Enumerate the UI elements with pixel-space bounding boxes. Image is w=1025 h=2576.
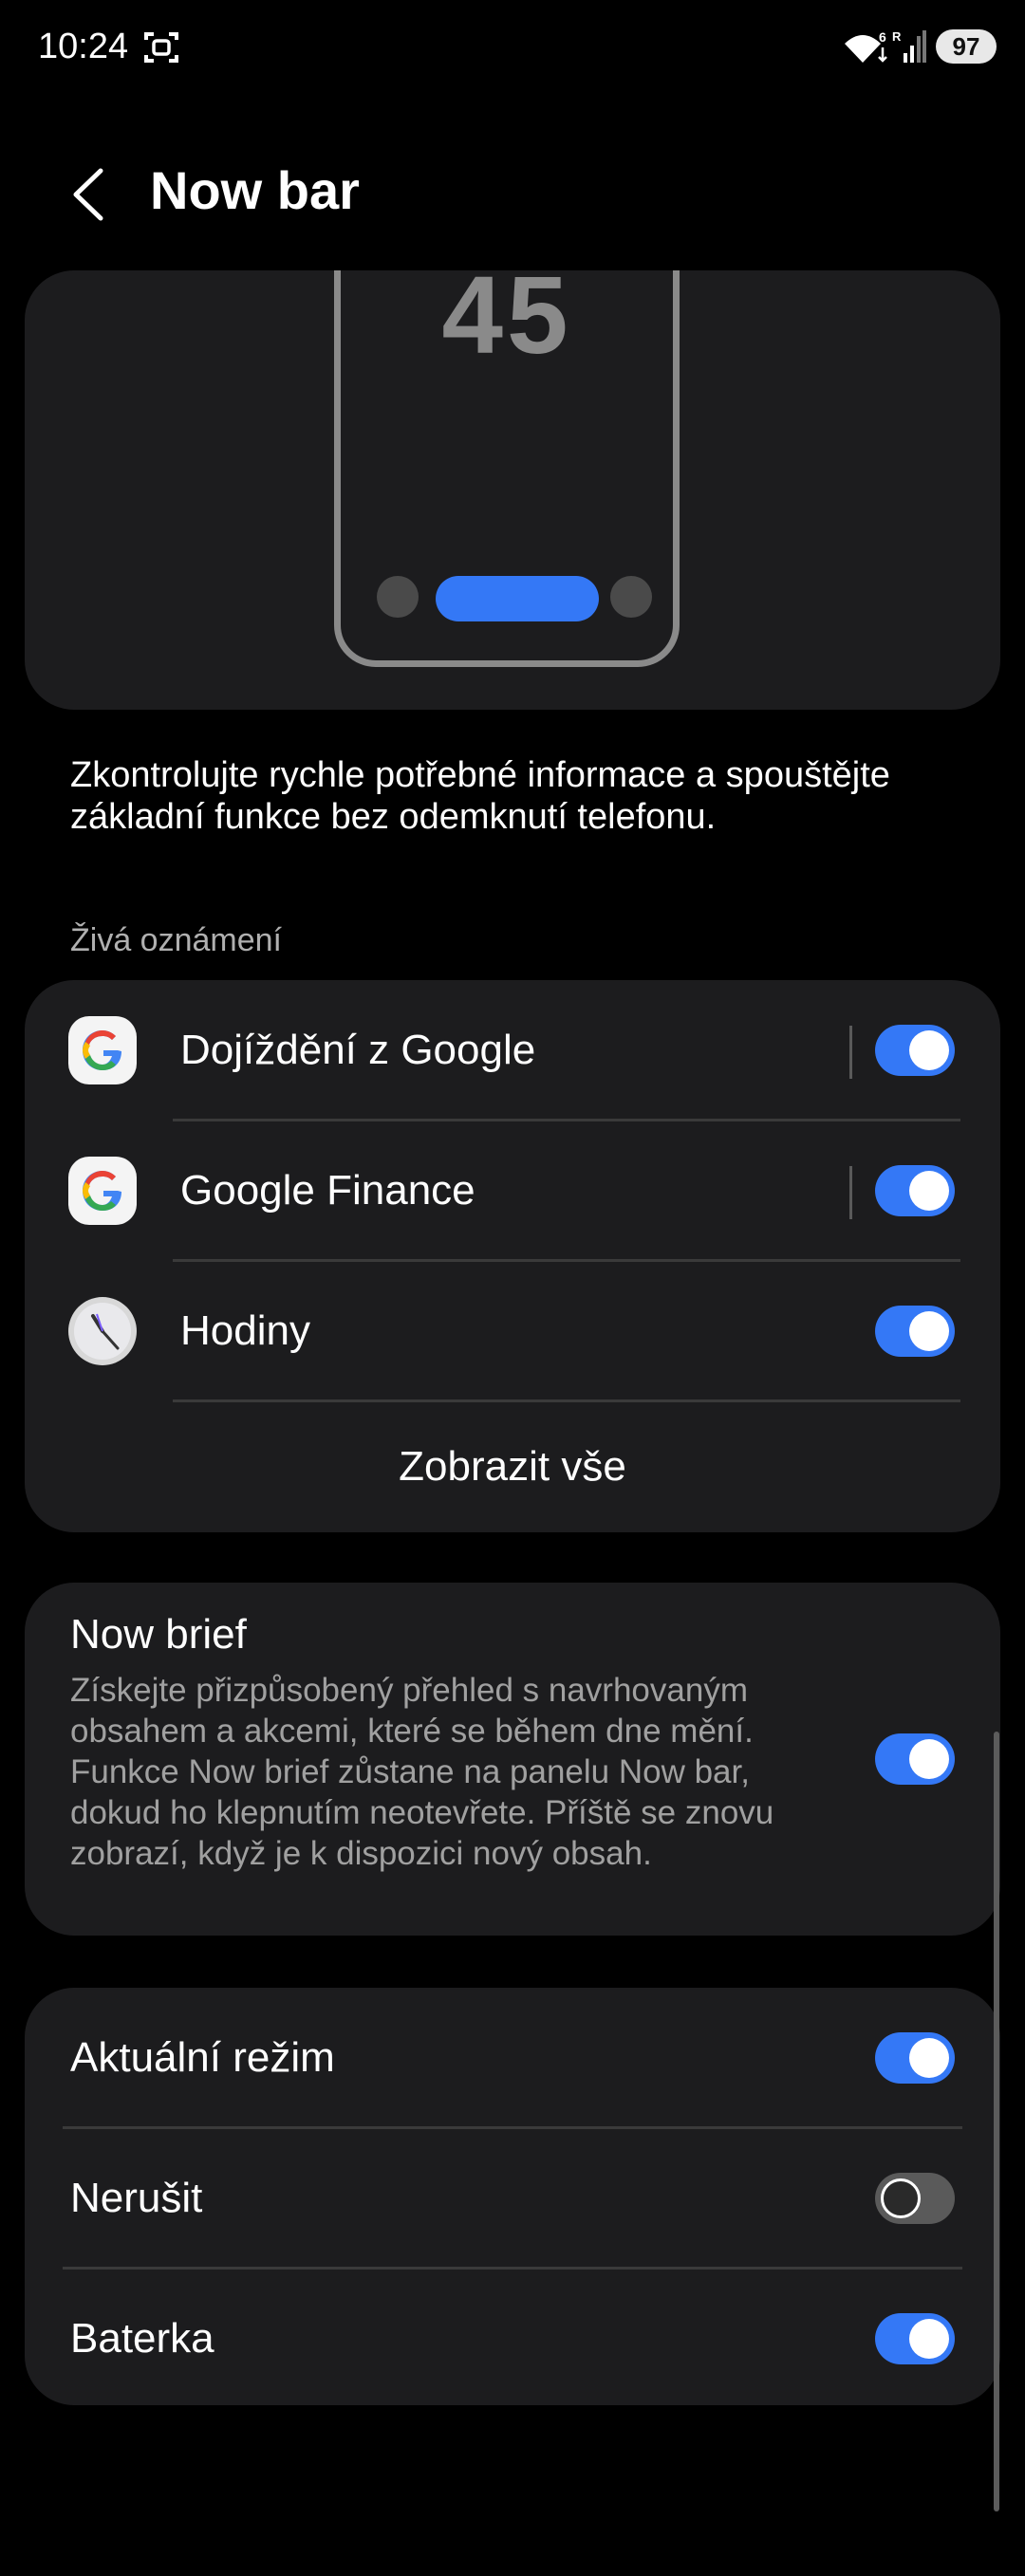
page-title: Now bar (150, 160, 360, 220)
vertical-divider (849, 1166, 852, 1219)
section-live-notifications: Živá oznámení (70, 922, 282, 958)
status-bar: 10:24 6 R 97 (0, 0, 1025, 95)
row-label: Hodiny (180, 1307, 310, 1354)
phone-illustration: 45 (334, 270, 680, 667)
row-label: Dojíždění z Google (180, 1027, 536, 1073)
clock-icon (68, 1297, 137, 1365)
toggle-hodiny[interactable] (875, 1306, 955, 1357)
live-notifications-card: Dojíždění z Google Google Finance Hodiny… (25, 980, 1000, 1532)
list-item-nerusit[interactable]: Nerušit (25, 2128, 1000, 2269)
preview-clock: 45 (441, 270, 572, 377)
show-all-button[interactable]: Zobrazit vše (25, 1401, 1000, 1532)
row-label: Nerušit (70, 2175, 203, 2221)
scrollbar[interactable] (994, 1732, 999, 2511)
back-button[interactable] (63, 163, 120, 226)
row-label: Baterka (70, 2315, 214, 2362)
toggle-baterka[interactable] (875, 2313, 955, 2364)
list-item-baterka[interactable]: Baterka (25, 2269, 1000, 2409)
preview-dot-left (377, 576, 419, 618)
now-brief-card[interactable]: Now brief Získejte přizpůsobený přehled … (25, 1583, 1000, 1936)
wifi-icon: 6 (845, 29, 887, 63)
roaming-label: R (892, 29, 902, 44)
now-bar-preview: 45 (25, 270, 1000, 710)
google-icon (68, 1157, 137, 1225)
toggle-aktualni-rezim[interactable] (875, 2032, 955, 2084)
app-header: Now bar (0, 142, 1025, 247)
vertical-divider (849, 1026, 852, 1079)
row-label: Aktuální režim (70, 2034, 335, 2081)
status-time: 10:24 (38, 27, 129, 66)
page-description: Zkontrolujte rychle potřebné informace a… (70, 755, 890, 837)
network-type-label: 6 (879, 29, 886, 45)
row-label: Google Finance (180, 1167, 475, 1214)
preview-dot-right (610, 576, 652, 618)
list-item-google-finance[interactable]: Google Finance (25, 1121, 1000, 1261)
toggle-now-brief[interactable] (875, 1733, 955, 1785)
toggle-google-finance[interactable] (875, 1165, 955, 1216)
list-item-aktualni-rezim[interactable]: Aktuální režim (25, 1988, 1000, 2128)
now-brief-title: Now brief (70, 1611, 247, 1658)
screenshot-icon (144, 32, 178, 63)
now-brief-description: Získejte přizpůsobený přehled s navrhova… (70, 1672, 774, 1872)
list-item-dojizdeni[interactable]: Dojíždění z Google (25, 980, 1000, 1121)
toggle-dojizdeni[interactable] (875, 1025, 955, 1076)
list-item-hodiny[interactable]: Hodiny (25, 1261, 1000, 1401)
google-icon (68, 1016, 137, 1084)
toggle-nerusit[interactable] (875, 2173, 955, 2224)
signal-icon: R (892, 29, 926, 63)
other-settings-card: Aktuální režim Nerušit Baterka (25, 1988, 1000, 2405)
now-bar-pill (436, 576, 599, 621)
battery-indicator: 97 (936, 29, 997, 64)
